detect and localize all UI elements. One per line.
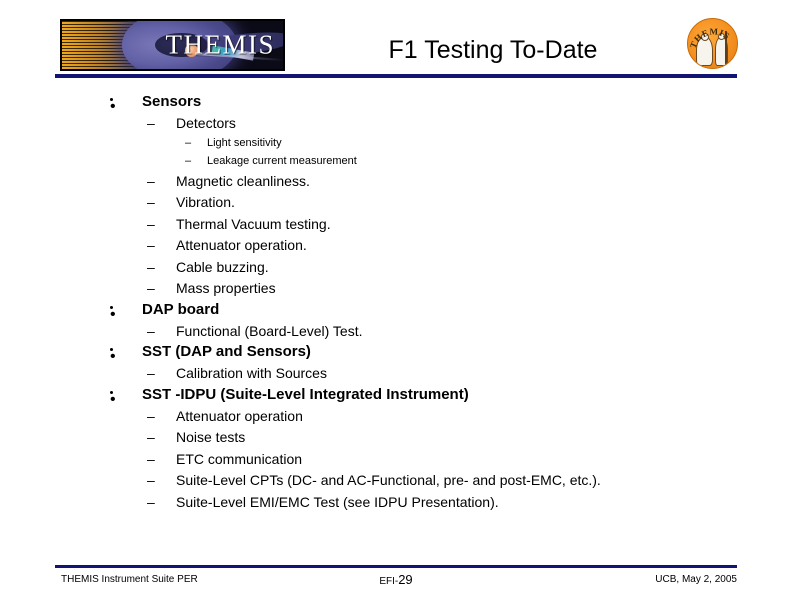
bullet-row: – ETC communication bbox=[0, 449, 792, 471]
bullet-text: DAP board bbox=[142, 300, 220, 318]
bullet-row: – Suite-Level CPTs (DC- and AC-Functional… bbox=[0, 470, 792, 492]
bullet-row: – Thermal Vacuum testing. bbox=[0, 214, 792, 236]
slide-body: • Sensors – Detectors – Light sensitivity – Lea… bbox=[0, 92, 792, 513]
bullet-row: • SST -IDPU (Suite-Level Integrated Instr… bbox=[0, 385, 792, 408]
bullet-marker: – bbox=[147, 450, 155, 467]
bullet-text: ETC communication bbox=[176, 450, 303, 467]
bullet-text: Mass properties bbox=[176, 280, 276, 296]
bullet-marker: – bbox=[147, 194, 155, 210]
bullet-row: – Attenuator operation bbox=[0, 406, 792, 428]
bullet-text: Calibration with Sources bbox=[176, 365, 327, 381]
bullet-row: – Mass properties bbox=[0, 278, 792, 300]
slide-header: THEMIS F1 Testing To-Date THEMIS bbox=[0, 0, 792, 86]
bullet-marker: – bbox=[185, 136, 192, 149]
bullet-text: Sensors bbox=[142, 93, 202, 110]
bullet-marker: – bbox=[147, 172, 155, 189]
bullet-row: • DAP board bbox=[0, 300, 792, 323]
footer-page-label: EFI-29 bbox=[55, 573, 737, 589]
bullet-row: – Cable buzzing. bbox=[0, 257, 792, 279]
patch-arc-label: THEMIS bbox=[688, 26, 731, 49]
bullet-text: SST -IDPU (Suite-Level Integrated Instru… bbox=[142, 385, 469, 403]
bullet-row: – Detectors bbox=[0, 113, 792, 135]
bullet-text: Functional (Board-Level) Test. bbox=[176, 322, 363, 339]
bullet-marker: • bbox=[110, 348, 116, 365]
bullet-marker: – bbox=[147, 322, 155, 339]
bullet-text: Suite-Level EMI/EMC Test (see IDPU Prese… bbox=[176, 493, 499, 510]
bullet-text: Light sensitivity bbox=[207, 136, 282, 149]
bullet-marker: • bbox=[110, 305, 116, 323]
bullet-text: Noise tests bbox=[176, 429, 246, 445]
bullet-text: Thermal Vacuum testing. bbox=[176, 215, 331, 232]
bullet-row: – Functional (Board-Level) Test. bbox=[0, 321, 792, 343]
bullet-marker: – bbox=[147, 472, 155, 488]
bullet-marker: – bbox=[147, 429, 155, 445]
bullet-marker: – bbox=[147, 280, 155, 296]
bullet-marker: • bbox=[110, 390, 116, 408]
patch-arc-text: THEMIS bbox=[688, 26, 732, 49]
themis-logo: THEMIS bbox=[60, 19, 285, 71]
bullet-row: • Sensors bbox=[0, 92, 792, 115]
bullet-marker: – bbox=[147, 407, 155, 424]
bullet-text: SST (DAP and Sensors) bbox=[142, 343, 311, 360]
bullet-row: – Vibration. bbox=[0, 192, 792, 214]
footer-page-number: 29 bbox=[398, 572, 413, 587]
header-divider bbox=[55, 74, 737, 78]
page-title: F1 Testing To-Date bbox=[388, 36, 598, 64]
themis-mission-patch: THEMIS bbox=[687, 18, 738, 69]
bullet-marker: – bbox=[147, 493, 155, 510]
bullet-text: Vibration. bbox=[176, 194, 235, 210]
slide-footer: THEMIS Instrument Suite PER EFI-29 UCB, … bbox=[55, 573, 737, 591]
bullet-row: – Calibration with Sources bbox=[0, 363, 792, 385]
bullet-text: Attenuator operation bbox=[176, 407, 303, 424]
bullet-marker: – bbox=[147, 237, 155, 253]
themis-wordmark: THEMIS bbox=[165, 29, 275, 60]
footer-page-prefix: EFI- bbox=[379, 576, 399, 587]
bullet-marker: – bbox=[147, 365, 155, 381]
bullet-row: – Magnetic cleanliness. bbox=[0, 171, 792, 193]
bullet-marker: • bbox=[110, 98, 116, 115]
bullet-text: Detectors bbox=[176, 115, 236, 131]
svg-text:THEMIS: THEMIS bbox=[688, 26, 732, 49]
bullet-row: – Noise tests bbox=[0, 427, 792, 449]
bullet-row: – Suite-Level EMI/EMC Test (see IDPU Pres… bbox=[0, 492, 792, 514]
bullet-marker: – bbox=[147, 215, 155, 232]
footer-divider bbox=[55, 565, 737, 568]
bullet-marker: – bbox=[185, 154, 192, 167]
bullet-row: – Light sensitivity bbox=[0, 135, 792, 153]
bullet-text: Cable buzzing. bbox=[176, 258, 269, 275]
bullet-text: Suite-Level CPTs (DC- and AC-Functional,… bbox=[176, 472, 601, 488]
bullet-text: Magnetic cleanliness. bbox=[176, 172, 310, 189]
bullet-row: – Attenuator operation. bbox=[0, 235, 792, 257]
footer-right-text: UCB, May 2, 2005 bbox=[655, 574, 737, 585]
bullet-text: Attenuator operation. bbox=[176, 237, 307, 253]
bullet-text: Leakage current measurement bbox=[207, 154, 357, 167]
bullet-row: – Leakage current measurement bbox=[0, 153, 792, 171]
bullet-marker: – bbox=[147, 115, 155, 131]
bullet-row: • SST (DAP and Sensors) bbox=[0, 342, 792, 365]
bullet-marker: – bbox=[147, 258, 155, 275]
